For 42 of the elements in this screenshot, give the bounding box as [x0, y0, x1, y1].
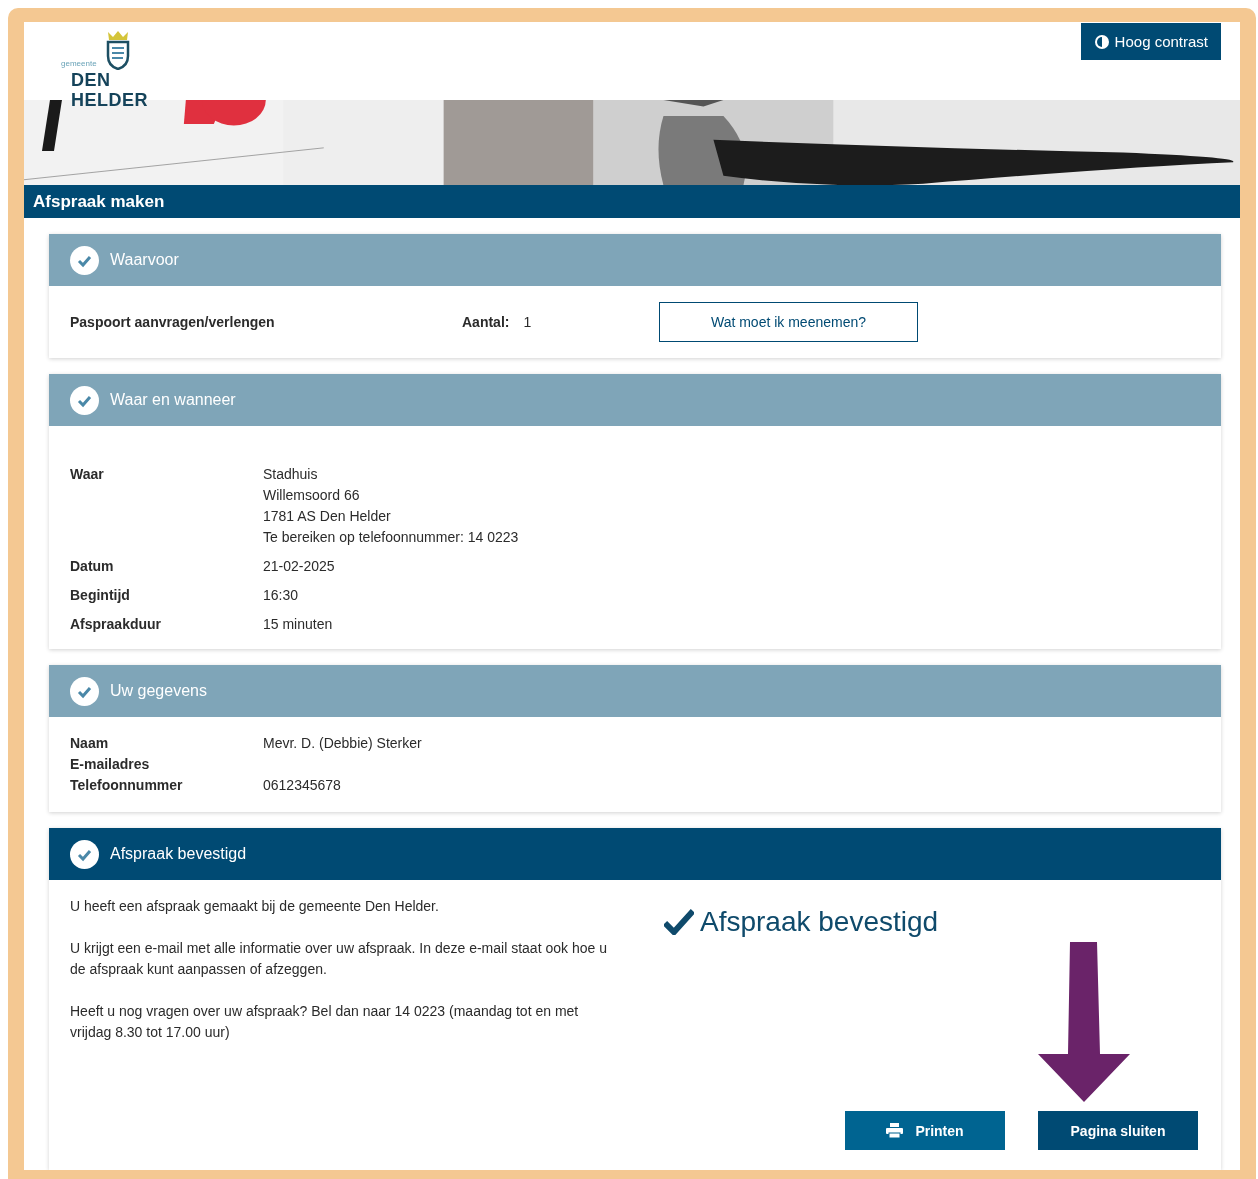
check-circle-icon: [70, 385, 99, 415]
field-label: E-mailadres: [70, 755, 151, 774]
service-name: Paspoort aanvragen/verlengen: [70, 314, 276, 330]
check-circle-icon: [70, 676, 99, 706]
page-title: Afspraak maken: [33, 191, 165, 212]
field-value: 15 minuten: [263, 615, 334, 634]
check-circle-icon: [70, 839, 99, 869]
field-label: Telefoonnummer: [70, 776, 184, 795]
what-to-bring-button[interactable]: Wat moet ik meenemen?: [659, 302, 918, 342]
checkmark-icon: [664, 909, 694, 935]
logo-caption: gemeente: [61, 59, 97, 68]
info-paragraph: U heeft een afspraak gemaakt bij de gemeente Den Helder.: [70, 897, 440, 916]
printer-icon: [886, 1123, 904, 1138]
field-value: Stadhuis: [263, 465, 319, 484]
field-value: 16:30: [263, 586, 300, 605]
info-paragraph: U krijgt een e-mail met alle informatie over uw afspraak. In deze e-mail staat ook hoe u de afspraak kunt aanpassen of afzeggen.: [70, 939, 608, 979]
field-label: Afspraakduur: [70, 615, 163, 634]
field-label: Naam: [70, 734, 110, 753]
field-label: Begintijd: [70, 586, 131, 605]
field-value: Te bereiken op telefoonnummer: 14 0223: [263, 528, 520, 547]
count-value: 1: [523, 314, 532, 330]
confirmation-text: Afspraak bevestigd: [700, 906, 939, 938]
field-label: Datum: [70, 557, 115, 576]
field-value: 1781 AS Den Helder: [263, 507, 392, 526]
field-value: 0612345678: [263, 776, 342, 795]
info-paragraph: Heeft u nog vragen over uw afspraak? Bel dan naar 14 0223 (maandag tot en met vrijdag 8.30 tot 17.00 uur): [70, 1002, 580, 1042]
high-contrast-button[interactable]: Hoog contrast: [1080, 23, 1221, 60]
contrast-icon: [1093, 33, 1110, 50]
section-title: Afspraak bevestigd: [110, 845, 247, 863]
section-title: Waar en wanneer: [110, 391, 236, 409]
field-label: Waar: [70, 465, 105, 484]
field-value: 21-02-2025: [263, 557, 336, 576]
close-page-button[interactable]: Pagina sluiten: [1038, 1111, 1198, 1150]
section-title: Waarvoor: [110, 251, 179, 269]
count-label: Aantal:: [462, 314, 510, 330]
section-title: Uw gegevens: [110, 682, 207, 700]
crest-icon: [105, 30, 131, 70]
check-circle-icon: [70, 245, 99, 275]
field-value: Mevr. D. (Debbie) Sterker: [263, 734, 423, 753]
logo-text: DEN HELDER: [71, 70, 149, 110]
print-button[interactable]: Printen: [845, 1111, 1005, 1150]
field-value: Willemsoord 66: [263, 486, 361, 505]
